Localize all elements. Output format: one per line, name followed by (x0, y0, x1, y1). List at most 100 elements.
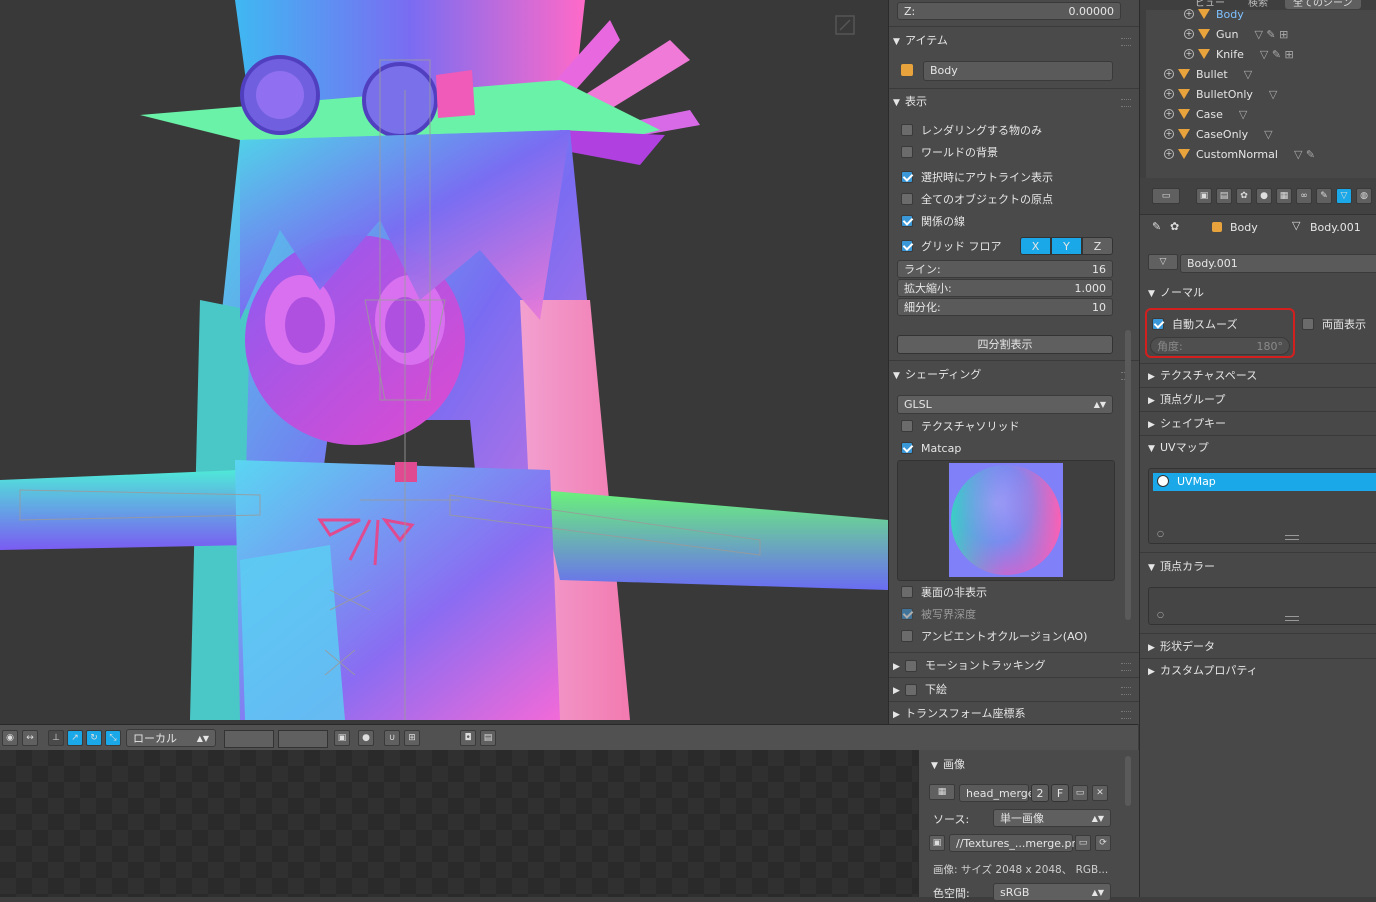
data-tab-icon[interactable]: ▽ (1336, 188, 1352, 204)
transform-orientation-header[interactable]: ▶ トランスフォーム座標系 (893, 705, 1115, 724)
double-sided-checkbox[interactable]: 両面表示 (1302, 315, 1366, 333)
relationship-lines-checkbox[interactable]: 関係の線 (901, 212, 965, 230)
scene-tab-icon[interactable]: ✿ (1236, 188, 1252, 204)
axis-x-toggle[interactable]: X (1020, 237, 1051, 255)
checkbox-icon[interactable] (905, 660, 917, 672)
outliner-item-customnormal[interactable]: + CustomNormal ▽ ✎ (1164, 144, 1315, 164)
resize-grip-icon[interactable] (1285, 616, 1299, 621)
axes-icon[interactable]: ⊥ (48, 730, 64, 746)
editor-type-icon[interactable]: ▭ (1152, 188, 1180, 204)
layers-grid-1[interactable] (224, 730, 274, 748)
display-panel-header[interactable]: ▼ 表示 (893, 93, 1115, 113)
expand-icon[interactable]: + (1164, 69, 1174, 79)
fake-user-button[interactable]: F (1051, 784, 1069, 802)
backface-culling-checkbox[interactable]: 裏面の非表示 (901, 583, 987, 601)
uv-maps-header[interactable]: ▼ UVマップ (1148, 439, 1209, 459)
render-tab-icon[interactable]: ▣ (1196, 188, 1212, 204)
grid-lines-field[interactable]: ライン: 16 (897, 260, 1113, 278)
all-origins-checkbox[interactable]: 全てのオブジェクトの原点 (901, 190, 1053, 208)
filepath-field[interactable]: //Textures_...merge.png (949, 834, 1085, 852)
drag-grip-icon[interactable] (1121, 711, 1131, 719)
source-select[interactable]: 単一画像 ▲▼ (993, 809, 1111, 827)
translate-icon[interactable]: ↗ (67, 730, 83, 746)
motion-tracking-header[interactable]: ▶ モーショントラッキング (893, 657, 1115, 677)
display-mode-select[interactable]: 全てのシーン (1285, 0, 1361, 9)
expand-icon[interactable]: + (1164, 129, 1174, 139)
pack-icon[interactable]: ▣ (929, 835, 945, 851)
shading-mode-select[interactable]: GLSL ▲▼ (897, 395, 1113, 414)
object-name-field[interactable]: Body (923, 61, 1113, 81)
mesh-browse-icon[interactable]: ▽ (1148, 254, 1178, 270)
depth-of-field-checkbox[interactable]: 被写界深度 (901, 605, 976, 623)
custom-props-header[interactable]: ▶ カスタムプロパティ (1148, 662, 1258, 682)
geometry-data-header[interactable]: ▶ 形状データ (1148, 638, 1215, 658)
breadcrumb-mesh[interactable]: Body.001 (1310, 221, 1361, 234)
opengl-render-icon[interactable]: ◘ (460, 730, 476, 746)
outliner-item-gun[interactable]: + Gun ▽ ✎ ⊞ (1184, 24, 1288, 44)
list-filter-icon[interactable]: ○ (1157, 529, 1164, 538)
scale-icon[interactable]: ⤡ (105, 730, 121, 746)
3d-viewport[interactable] (0, 0, 888, 724)
shading-panel-header[interactable]: ▼ シェーディング (893, 366, 1115, 386)
image-users-count[interactable]: 2 (1031, 784, 1049, 802)
orientation-select[interactable]: ローカル ▲▼ (126, 729, 216, 747)
outliner-item-bulletonly[interactable]: + BulletOnly ▽ (1164, 84, 1277, 104)
constraints-tab-icon[interactable]: ∞ (1296, 188, 1312, 204)
snap-element-icon[interactable]: ⊞ (404, 730, 420, 746)
scrollbar[interactable] (1125, 330, 1131, 620)
grid-scale-field[interactable]: 拡大縮小: 1.000 (897, 279, 1113, 297)
location-z-field[interactable]: Z: 0.00000 (897, 2, 1121, 20)
drag-grip-icon[interactable] (1121, 38, 1131, 46)
scrollbar[interactable] (1125, 756, 1131, 806)
item-panel-header[interactable]: ▼ アイテム (893, 32, 1115, 52)
proportional-edit-icon[interactable]: ● (358, 730, 374, 746)
background-images-header[interactable]: ▶ 下絵 (893, 681, 1115, 701)
texture-space-header[interactable]: ▶ テクスチャスペース (1148, 367, 1257, 387)
vertex-colors-header[interactable]: ▼ 頂点カラー (1148, 558, 1215, 578)
rotate-icon[interactable]: ↻ (86, 730, 102, 746)
expand-icon[interactable]: + (1164, 109, 1174, 119)
material-tab-icon[interactable]: ◍ (1356, 188, 1372, 204)
outliner-item-caseonly[interactable]: + CaseOnly ▽ (1164, 124, 1273, 144)
close-icon[interactable]: ✕ (1092, 785, 1108, 801)
checkbox-icon[interactable] (905, 684, 917, 696)
snap-icon[interactable]: ∪ (384, 730, 400, 746)
grid-subdiv-field[interactable]: 細分化: 10 (897, 298, 1113, 316)
outliner-item-bullet[interactable]: + Bullet ▽ (1164, 64, 1252, 84)
layers-tab-icon[interactable]: ▤ (1216, 188, 1232, 204)
search-menu[interactable]: 検索 (1248, 0, 1268, 9)
expand-icon[interactable]: + (1184, 49, 1194, 59)
file-browse-icon[interactable]: ▭ (1075, 835, 1091, 851)
open-folder-icon[interactable]: ▭ (1072, 785, 1088, 801)
expand-icon[interactable]: + (1164, 149, 1174, 159)
shape-keys-header[interactable]: ▶ シェイプキー (1148, 415, 1226, 435)
expand-icon[interactable]: + (1164, 89, 1174, 99)
breadcrumb-object[interactable]: Body (1230, 221, 1258, 234)
smooth-angle-field[interactable]: 角度: 180° (1150, 337, 1290, 355)
drag-grip-icon[interactable] (1121, 99, 1131, 107)
image-browse-icon[interactable]: ▦ (929, 784, 955, 800)
matcap-preview[interactable] (897, 460, 1115, 581)
scrollbar[interactable] (1140, 0, 1146, 178)
expand-icon[interactable]: + (1184, 29, 1194, 39)
ambient-occlusion-checkbox[interactable]: アンビエントオクルージョン(AO) (901, 627, 1087, 645)
lock-layers-icon[interactable]: ▣ (334, 730, 350, 746)
pivot-icon[interactable]: ◉ (2, 730, 18, 746)
mesh-name-field[interactable]: Body.001 (1180, 254, 1376, 273)
layers-grid-2[interactable] (278, 730, 328, 748)
uv-map-list[interactable]: UVMap ○ (1148, 468, 1376, 544)
uv-map-item[interactable]: UVMap (1153, 473, 1376, 491)
image-editor-canvas[interactable] (0, 750, 918, 897)
outline-selected-checkbox[interactable]: 選択時にアウトライン表示 (901, 168, 1053, 186)
image-panel-header[interactable]: ▼ 画像 (931, 756, 1115, 776)
pin-icon[interactable]: ✎ (1152, 220, 1161, 233)
outliner-item-knife[interactable]: + Knife ▽ ✎ ⊞ (1184, 44, 1294, 64)
colorspace-select[interactable]: sRGB ▲▼ (993, 883, 1111, 901)
axis-y-toggle[interactable]: Y (1051, 237, 1082, 255)
quad-view-button[interactable]: 四分割表示 (897, 335, 1113, 354)
axis-z-toggle[interactable]: Z (1082, 237, 1113, 255)
drag-grip-icon[interactable] (1121, 663, 1131, 671)
normals-panel-header[interactable]: ▼ ノーマル (1148, 284, 1204, 304)
world-tab-icon[interactable]: ● (1256, 188, 1272, 204)
list-filter-icon[interactable]: ○ (1157, 610, 1164, 619)
